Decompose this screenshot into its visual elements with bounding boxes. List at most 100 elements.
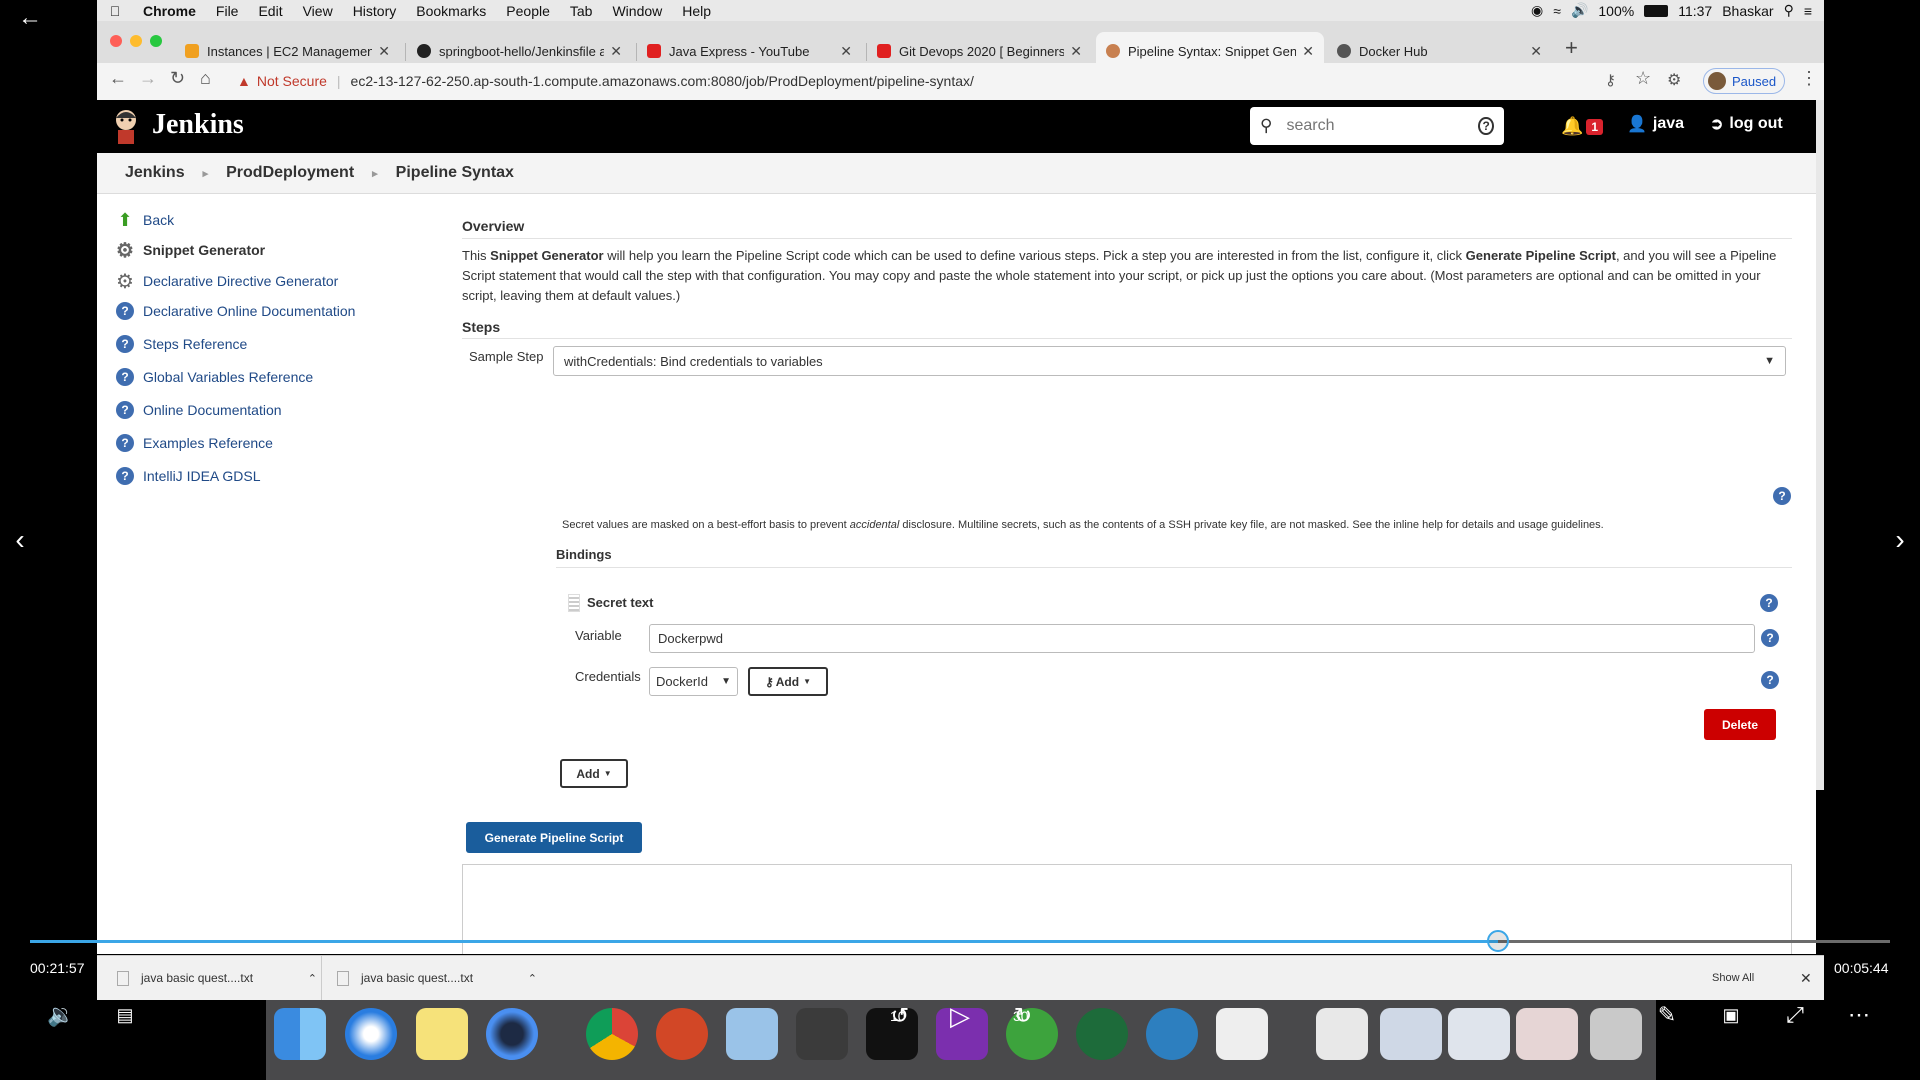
battery-icon[interactable] xyxy=(1644,4,1669,17)
credentials-select[interactable]: DockerId ▼ xyxy=(649,667,738,696)
miniplayer-icon[interactable]: ▣ xyxy=(1714,998,1748,1032)
menu-help[interactable]: Help xyxy=(672,3,721,19)
menu-app-name[interactable]: Chrome xyxy=(133,3,206,19)
url-text[interactable]: ec2-13-127-62-250.ap-south-1.compute.ama… xyxy=(351,73,974,89)
breadcrumb-pipeline-syntax[interactable]: Pipeline Syntax xyxy=(378,164,532,182)
window-thumbnail-icon[interactable] xyxy=(1380,1008,1442,1060)
breadcrumb-proddeployment[interactable]: ProdDeployment xyxy=(208,164,372,182)
search-help-icon[interactable]: ? xyxy=(1478,117,1494,135)
address-bar[interactable]: ▲ Not Secure | ec2-13-127-62-250.ap-sout… xyxy=(237,67,1597,95)
chevron-up-icon[interactable]: ⌃ xyxy=(528,972,537,985)
chrome-icon[interactable] xyxy=(586,1008,638,1060)
record-icon[interactable]: ◉ xyxy=(1531,2,1543,19)
key-icon[interactable]: ⚷ xyxy=(1605,71,1616,89)
new-tab-icon[interactable]: + xyxy=(1565,35,1578,61)
breadcrumb-jenkins[interactable]: Jenkins xyxy=(97,164,203,182)
close-icon[interactable]: ✕ xyxy=(378,43,390,60)
search-box[interactable]: ⚲ ? xyxy=(1250,107,1504,145)
menubar-user[interactable]: Bhaskar xyxy=(1722,3,1773,19)
help-icon[interactable]: ? xyxy=(1773,487,1791,505)
window-thumbnail-icon[interactable] xyxy=(1516,1008,1578,1060)
not-secure-label[interactable]: Not Secure xyxy=(257,73,327,89)
add-binding-button[interactable]: Add ▼ xyxy=(560,759,628,788)
home-icon[interactable]: ⌂ xyxy=(200,68,211,89)
sidebar-item-examples-reference[interactable]: ? Examples Reference xyxy=(115,433,273,453)
previous-icon[interactable]: ‹ xyxy=(8,524,32,555)
show-all-button[interactable]: Show All xyxy=(1712,956,1754,1000)
close-downloads-icon[interactable]: ✕ xyxy=(1800,956,1812,1000)
maximize-window-icon[interactable] xyxy=(150,35,162,47)
jenkins-logo-text[interactable]: Jenkins xyxy=(152,109,244,141)
forward-icon[interactable]: → xyxy=(139,68,157,89)
sublime-text-icon[interactable] xyxy=(796,1008,848,1060)
notes-icon[interactable] xyxy=(416,1008,468,1060)
extensions-icon[interactable]: ⚙ xyxy=(1667,70,1681,90)
close-icon[interactable]: ✕ xyxy=(1070,43,1082,60)
powerpoint-icon[interactable] xyxy=(656,1008,708,1060)
help-icon[interactable]: ? xyxy=(1760,594,1778,612)
wifi-icon[interactable]: ≈ xyxy=(1553,3,1561,19)
drag-handle[interactable] xyxy=(568,594,580,612)
more-options-icon[interactable]: ⋯ xyxy=(1842,998,1876,1032)
jenkins-butler-logo-icon[interactable] xyxy=(112,108,140,144)
sidebar-item-global-variables[interactable]: ? Global Variables Reference xyxy=(115,367,313,387)
search-input[interactable] xyxy=(1284,116,1479,136)
android-studio-icon[interactable] xyxy=(1076,1008,1128,1060)
menu-history[interactable]: History xyxy=(343,3,407,19)
notifications[interactable]: 🔔 1 xyxy=(1561,116,1604,137)
generate-pipeline-script-button[interactable]: Generate Pipeline Script xyxy=(466,822,642,853)
spotlight-icon[interactable]: ⚲ xyxy=(1784,2,1794,19)
video-progress-knob[interactable] xyxy=(1486,930,1509,952)
menu-bookmarks[interactable]: Bookmarks xyxy=(406,3,496,19)
sidebar-item-snippet-generator[interactable]: ⚙ Snippet Generator xyxy=(115,240,265,262)
warning-icon[interactable]: ▲ xyxy=(237,73,251,89)
sidebar-item-online-documentation[interactable]: ? Online Documentation xyxy=(115,400,282,420)
menu-people[interactable]: People xyxy=(496,3,560,19)
sidebar-item-declarative-directive[interactable]: ⚙ Declarative Directive Generator xyxy=(115,271,338,293)
close-icon[interactable]: ✕ xyxy=(840,43,852,60)
variable-field[interactable]: Dockerpwd xyxy=(649,624,1755,653)
reload-icon[interactable]: ↻ xyxy=(170,68,185,89)
help-icon[interactable]: ? xyxy=(1761,629,1779,647)
volume-icon[interactable]: 🔊 xyxy=(1571,2,1588,19)
play-icon[interactable]: ▷ xyxy=(942,996,978,1036)
minimize-window-icon[interactable] xyxy=(130,35,142,47)
help-icon[interactable]: ? xyxy=(1761,671,1779,689)
profile-button[interactable]: Paused xyxy=(1703,68,1785,94)
browser-menu-icon[interactable]: ⋮ xyxy=(1800,68,1818,89)
sidebar-item-intellij-gdsl[interactable]: ? IntelliJ IDEA GDSL xyxy=(115,466,261,486)
sample-step-select[interactable]: withCredentials: Bind credentials to var… xyxy=(553,346,1786,376)
menu-file[interactable]: File xyxy=(206,3,249,19)
sidebar-item-declarative-online-doc[interactable]: ? Declarative Online Documentation xyxy=(115,301,355,321)
textedit-icon[interactable] xyxy=(1216,1008,1268,1060)
pen-icon[interactable]: ✎ xyxy=(1650,998,1684,1032)
clock[interactable]: 11:37 xyxy=(1678,3,1712,19)
menu-view[interactable]: View xyxy=(293,3,343,19)
exit-fullscreen-icon[interactable]: ⤢ xyxy=(1778,998,1812,1032)
captions-icon[interactable]: ▤ xyxy=(108,998,142,1032)
close-window-icon[interactable] xyxy=(110,35,122,47)
network-icon[interactable] xyxy=(1146,1008,1198,1060)
user-link[interactable]: 👤 java xyxy=(1627,114,1684,134)
delete-button[interactable]: Delete xyxy=(1704,709,1776,740)
sidebar-item-steps-reference[interactable]: ? Steps Reference xyxy=(115,334,247,354)
back-icon[interactable]: ← xyxy=(109,68,127,89)
chevron-up-icon[interactable]: ⌃ xyxy=(308,972,317,985)
video-back-icon[interactable]: ← xyxy=(18,4,42,31)
window-thumbnail-icon[interactable] xyxy=(1448,1008,1510,1060)
menu-edit[interactable]: Edit xyxy=(248,3,292,19)
safari-icon[interactable] xyxy=(345,1008,397,1060)
trash-icon[interactable] xyxy=(1590,1008,1642,1060)
apple-icon[interactable]:  xyxy=(97,3,133,19)
add-credential-button[interactable]: ⚷ Add ▼ xyxy=(748,667,828,696)
download-item[interactable]: java basic quest....txt ⌃ xyxy=(337,956,537,1000)
close-icon[interactable]: ✕ xyxy=(1302,43,1314,60)
control-center-icon[interactable]: ≡ xyxy=(1804,3,1812,19)
quicktime-icon[interactable] xyxy=(486,1008,538,1060)
text-document-icon[interactable] xyxy=(1316,1008,1368,1060)
bookmark-star-icon[interactable]: ☆ xyxy=(1635,68,1651,89)
menu-tab[interactable]: Tab xyxy=(560,3,603,19)
page-scrollbar[interactable] xyxy=(1816,100,1824,790)
menu-window[interactable]: Window xyxy=(602,3,672,19)
preview-icon[interactable] xyxy=(726,1008,778,1060)
